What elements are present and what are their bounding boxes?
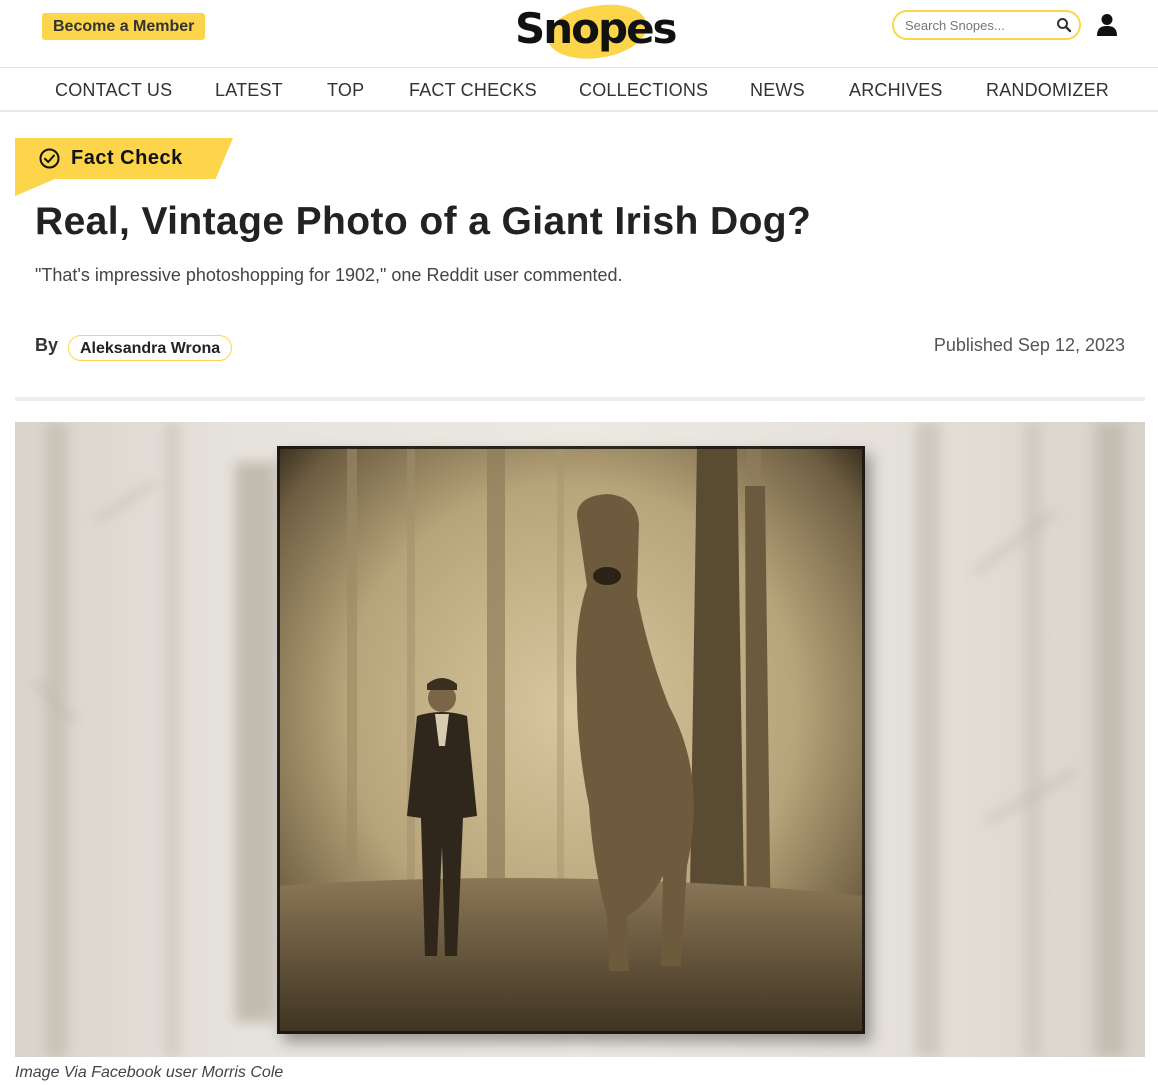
nav-item-contact-us[interactable]: CONTACT US	[55, 80, 172, 101]
vintage-photo-man-with-giant-dog	[277, 446, 865, 1034]
user-account-icon[interactable]	[1096, 13, 1118, 37]
image-caption: Image Via Facebook user Morris Cole	[15, 1064, 284, 1081]
nav-item-randomizer[interactable]: RANDOMIZER	[986, 80, 1109, 101]
tag-label: Fact Check	[71, 147, 183, 169]
nav-item-top[interactable]: TOP	[327, 80, 364, 101]
nav-item-latest[interactable]: LATEST	[215, 80, 283, 101]
hero-image	[15, 422, 1145, 1057]
check-circle-icon	[39, 148, 60, 169]
become-member-button[interactable]: Become a Member	[42, 13, 206, 40]
search-input[interactable]	[905, 16, 1050, 34]
published-date: Published Sep 12, 2023	[933, 335, 1125, 355]
byline-label: By	[35, 335, 59, 355]
search-icon[interactable]	[1056, 17, 1072, 33]
nav-item-news[interactable]: NEWS	[750, 80, 805, 101]
snopes-logo[interactable]: Snopes	[513, 0, 678, 65]
nav-item-fact-checks[interactable]: FACT CHECKS	[409, 80, 537, 101]
nav-item-collections[interactable]: COLLECTIONS	[579, 80, 708, 101]
article-subtitle: "That's impressive photoshopping for 190…	[35, 265, 623, 285]
author-link[interactable]: Aleksandra Wrona	[68, 335, 233, 361]
nav-item-archives[interactable]: ARCHIVES	[849, 80, 943, 101]
fact-check-tag[interactable]: Fact Check	[15, 138, 235, 196]
search-box[interactable]	[892, 10, 1081, 40]
main-nav: CONTACT US LATEST TOP FACT CHECKS COLLEC…	[0, 69, 1158, 112]
logo-text: Snopes	[515, 4, 678, 53]
tag-fold	[15, 179, 55, 196]
section-divider	[15, 397, 1145, 401]
site-header: Become a Member Snopes	[0, 0, 1158, 68]
article-title: Real, Vintage Photo of a Giant Irish Dog…	[35, 200, 812, 243]
